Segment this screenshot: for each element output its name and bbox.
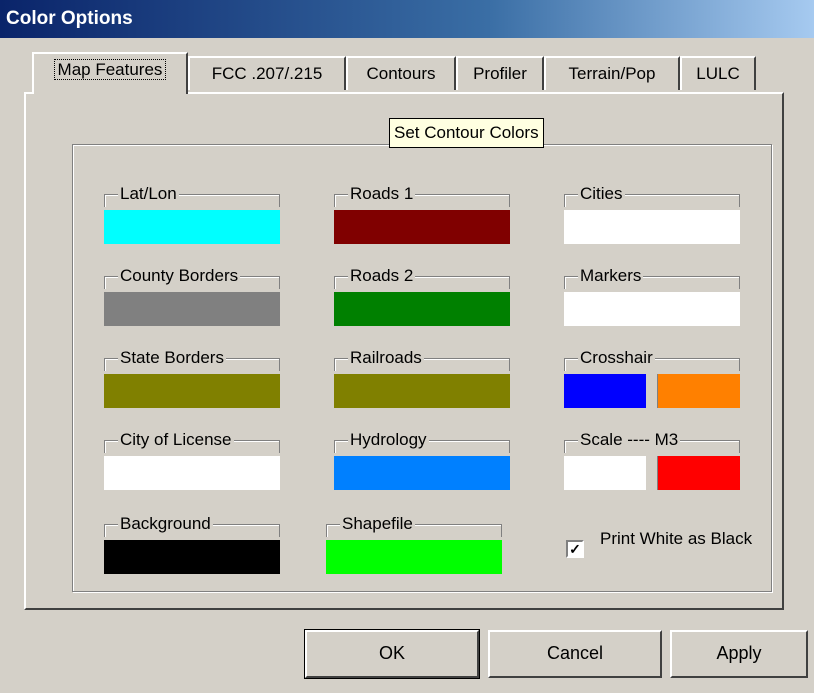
tab-label: Map Features — [53, 59, 167, 80]
window-title: Color Options — [6, 8, 133, 29]
tab-label: Contours — [366, 64, 436, 83]
tab-label: Profiler — [473, 64, 527, 83]
hydrology-swatch[interactable] — [334, 456, 510, 490]
tab-lulc[interactable]: LULC — [680, 56, 756, 90]
tab-map-features[interactable]: Map Features — [32, 52, 188, 94]
scale-divider — [646, 456, 658, 490]
print-white-label: Print White as Black — [600, 529, 753, 548]
roads2-swatch[interactable] — [334, 292, 510, 326]
city-of-license-label: City of License — [118, 430, 234, 450]
county-borders-swatch[interactable] — [104, 292, 280, 326]
crosshair-swatch-1[interactable] — [564, 374, 646, 408]
cancel-button[interactable]: Cancel — [488, 630, 662, 678]
background-swatch[interactable] — [104, 540, 280, 574]
cities-label: Cities — [578, 184, 625, 204]
scale-swatch-2[interactable] — [658, 456, 740, 490]
latlon-swatch[interactable] — [104, 210, 280, 244]
crosshair-swatch-2[interactable] — [658, 374, 740, 408]
tab-profiler[interactable]: Profiler — [456, 56, 544, 90]
hydrology-label: Hydrology — [348, 430, 429, 450]
city-of-license-swatch[interactable] — [104, 456, 280, 490]
shapefile-label: Shapefile — [340, 514, 415, 534]
ok-button[interactable]: OK — [304, 629, 480, 679]
tab-fcc[interactable]: FCC .207/.215 — [188, 56, 346, 90]
tab-terrain-pop[interactable]: Terrain/Pop — [544, 56, 680, 90]
roads1-label: Roads 1 — [348, 184, 416, 204]
tooltip: Set Contour Colors — [389, 118, 544, 148]
crosshair-divider — [646, 374, 658, 408]
roads2-label: Roads 2 — [348, 266, 416, 286]
railroads-swatch[interactable] — [334, 374, 510, 408]
tab-contours[interactable]: Contours — [346, 56, 456, 90]
scale-swatch-1[interactable] — [564, 456, 646, 490]
background-label: Background — [118, 514, 213, 534]
shapefile-swatch[interactable] — [326, 540, 502, 574]
county-borders-label: County Borders — [118, 266, 241, 286]
print-white-checkbox[interactable]: ✓ — [566, 540, 584, 558]
title-bar: Color Options — [0, 0, 814, 38]
state-borders-label: State Borders — [118, 348, 226, 368]
crosshair-label: Crosshair — [578, 348, 655, 368]
roads1-swatch[interactable] — [334, 210, 510, 244]
tab-label: LULC — [696, 64, 740, 83]
cities-swatch[interactable] — [564, 210, 740, 244]
railroads-label: Railroads — [348, 348, 424, 368]
apply-button[interactable]: Apply — [670, 630, 808, 678]
scale-label: Scale ---- M3 — [578, 430, 681, 450]
markers-label: Markers — [578, 266, 644, 286]
tab-label: Terrain/Pop — [568, 64, 656, 83]
markers-swatch[interactable] — [564, 292, 740, 326]
latlon-label: Lat/Lon — [118, 184, 179, 204]
tab-label: FCC .207/.215 — [211, 64, 323, 83]
state-borders-swatch[interactable] — [104, 374, 280, 408]
